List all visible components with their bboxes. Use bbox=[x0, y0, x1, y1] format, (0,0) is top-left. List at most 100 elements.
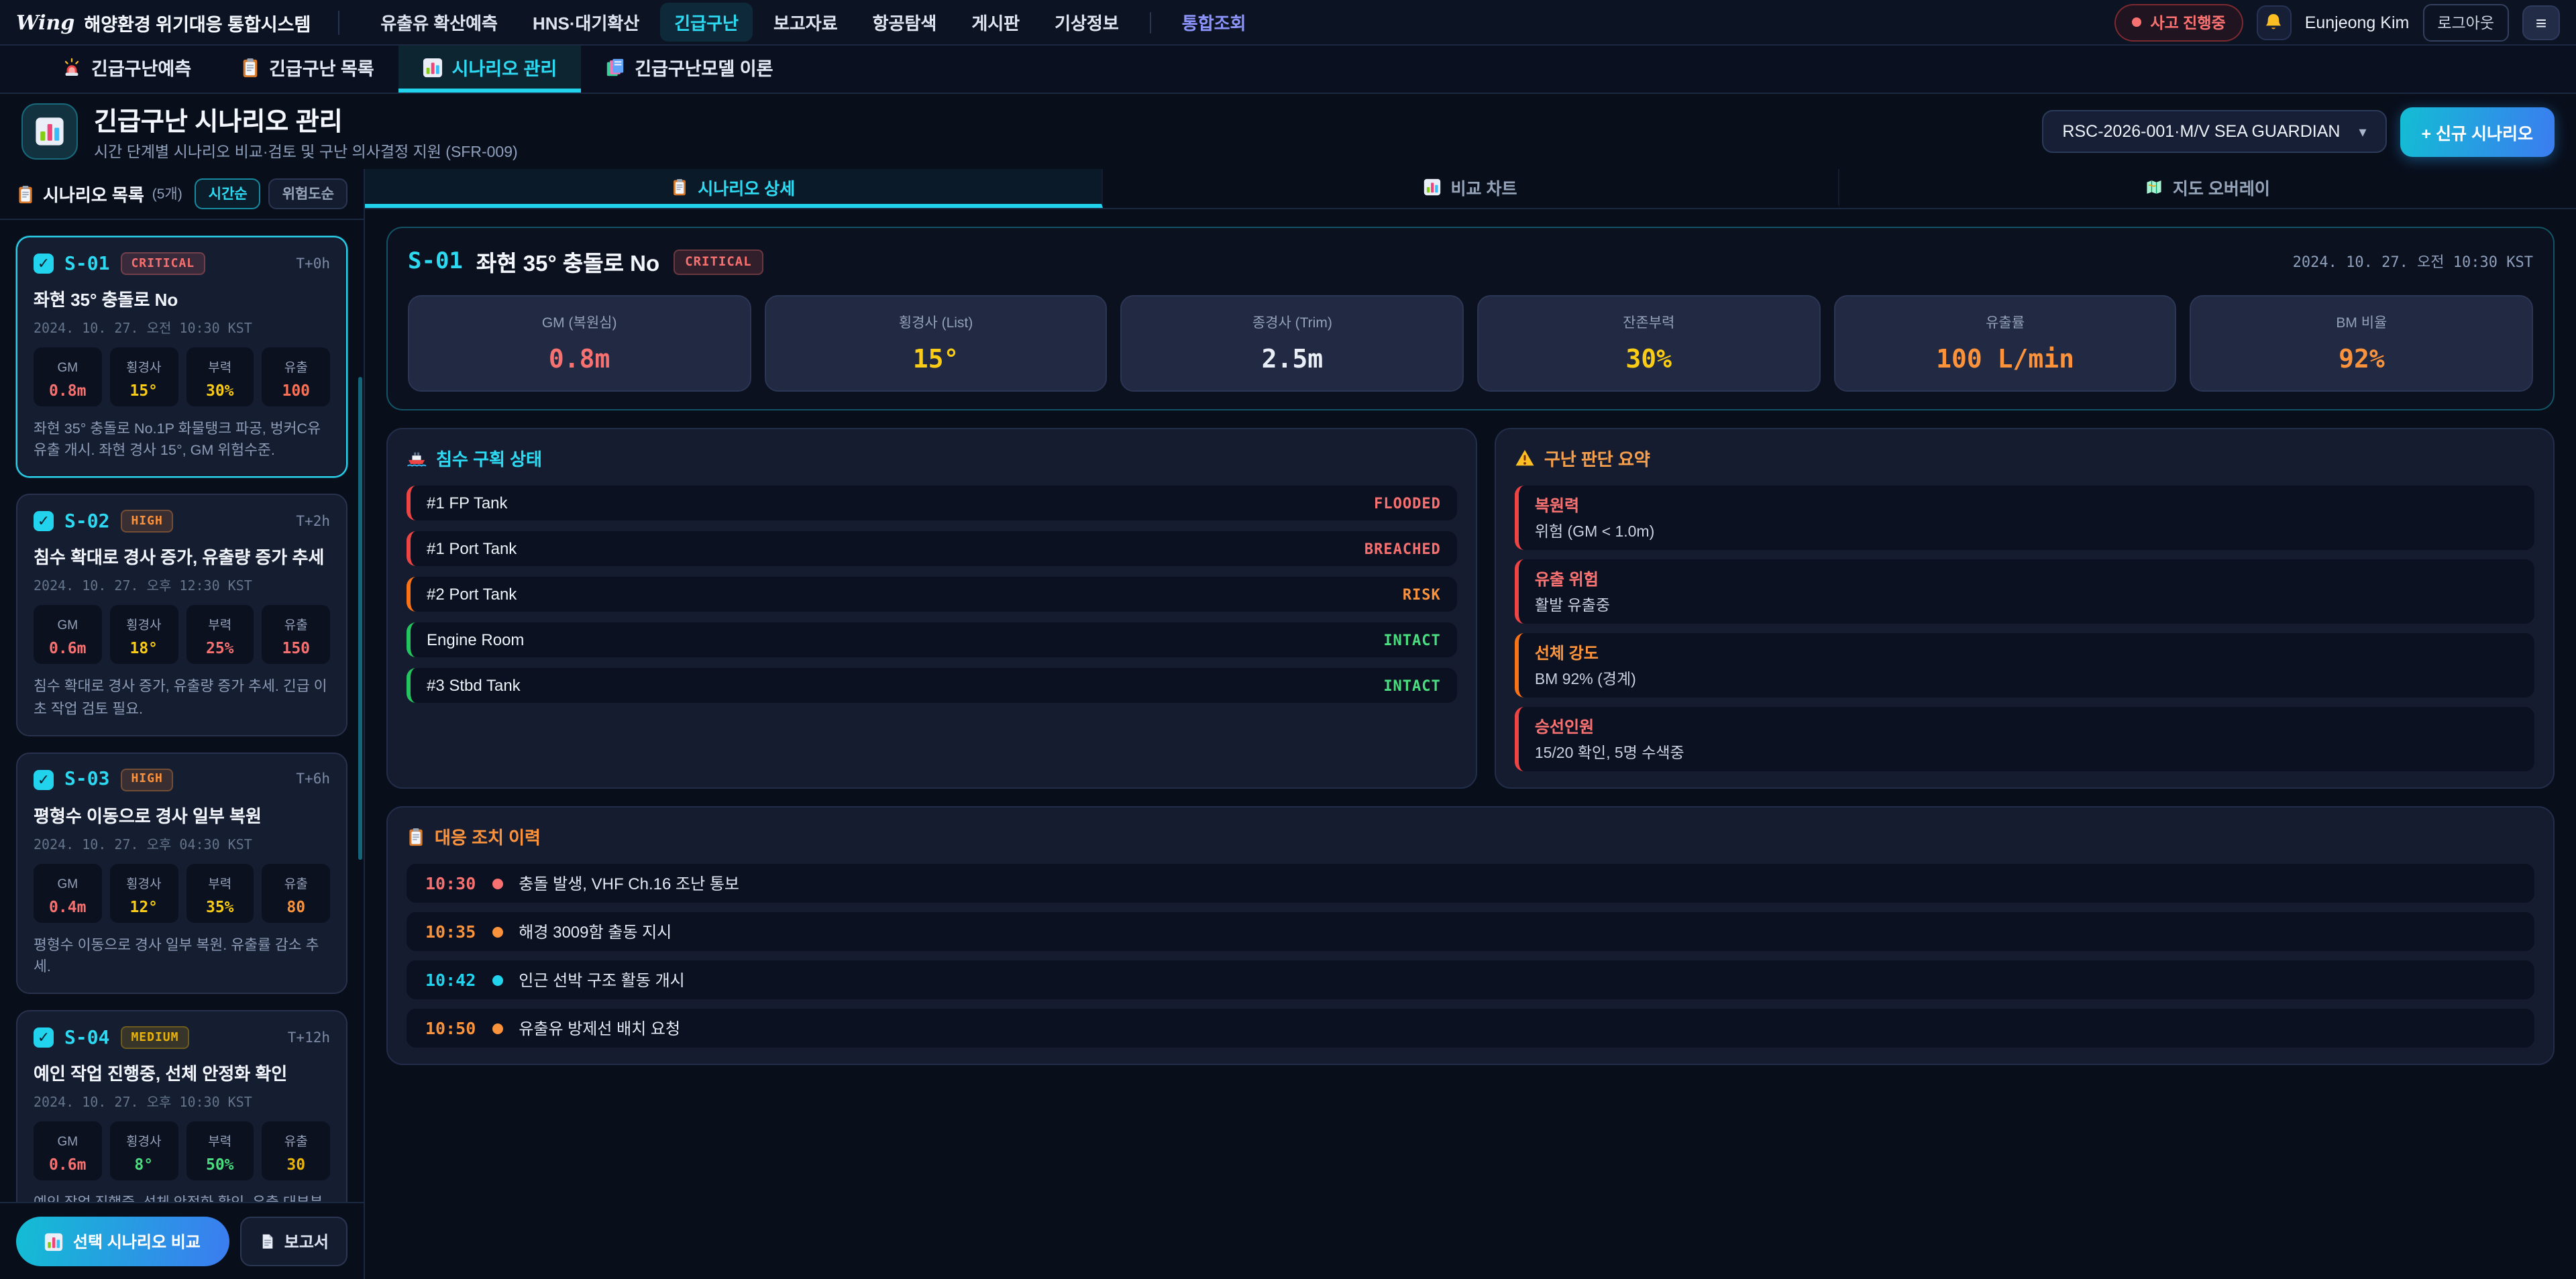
tank-row: #1 FP Tank FLOODED bbox=[407, 486, 1457, 520]
metric-list: 횡경사 (List) 15° bbox=[764, 295, 1107, 392]
bar-chart-icon bbox=[35, 117, 64, 146]
scenario-checkbox[interactable]: ✓ bbox=[34, 254, 54, 274]
nav-aerial-search[interactable]: 항공탐색 bbox=[858, 3, 952, 42]
panel-title: 대응 조치 이력 bbox=[435, 824, 541, 849]
scenario-title: 좌현 35° 충돌로 No bbox=[34, 286, 330, 311]
metric-spill-rate: 유출률 100 L/min bbox=[1833, 295, 2176, 392]
ship-icon bbox=[407, 448, 427, 468]
stat-buoyancy: 부력30% bbox=[186, 347, 254, 406]
tank-status: RISK bbox=[1403, 586, 1441, 603]
scenario-checkbox[interactable]: ✓ bbox=[34, 770, 54, 790]
stat-buoyancy: 부력25% bbox=[186, 606, 254, 665]
event-dot-icon bbox=[492, 975, 502, 985]
time-offset: T+2h bbox=[296, 514, 330, 530]
nav-weather-info[interactable]: 기상정보 bbox=[1040, 3, 1134, 42]
scenario-card[interactable]: ✓ S-04 MEDIUM T+12h 예인 작업 진행중, 선체 안정화 확인… bbox=[16, 1010, 347, 1202]
stat-spill: 유출80 bbox=[262, 864, 331, 923]
compare-scenarios-button[interactable]: 선택 시나리오 비교 bbox=[16, 1217, 229, 1266]
scenario-card[interactable]: ✓ S-03 HIGH T+6h 평형수 이동으로 경사 일부 복원 2024.… bbox=[16, 753, 347, 995]
scenario-card[interactable]: ✓ S-01 CRITICAL T+0h 좌현 35° 충돌로 No 2024.… bbox=[16, 236, 347, 478]
assessment-item: 복원력 위험 (GM < 1.0m) bbox=[1515, 486, 2534, 550]
logout-button[interactable]: 로그아웃 bbox=[2422, 3, 2509, 41]
topbar: Wing 해양환경 위기대응 통합시스템 유출유 확산예측 HNS·대기확산 긴… bbox=[0, 0, 2576, 46]
nav-board[interactable]: 게시판 bbox=[957, 3, 1034, 42]
bar-chart-icon bbox=[45, 1232, 64, 1251]
nav-hns-air-diffusion[interactable]: HNS·대기확산 bbox=[518, 3, 654, 42]
scenario-datetime: 2024. 10. 27. 오후 04:30 KST bbox=[34, 833, 330, 853]
timeline-event: 10:50 유출유 방제선 배치 요청 bbox=[407, 1009, 2534, 1048]
severity-badge: HIGH bbox=[120, 769, 173, 791]
stat-list: 횡경사15° bbox=[110, 347, 178, 406]
sidebar-scrollbar[interactable] bbox=[358, 377, 362, 860]
nav-reports[interactable]: 보고자료 bbox=[759, 3, 853, 42]
stat-spill: 유출150 bbox=[262, 606, 331, 665]
scenario-title: 예인 작업 진행중, 선체 안정화 확인 bbox=[34, 1060, 330, 1085]
nav-integrated-search[interactable]: 통합조회 bbox=[1167, 3, 1261, 42]
tab-scenario-management[interactable]: 시나리오 관리 bbox=[398, 46, 582, 93]
scenario-description: 예인 작업 진행중, 선체 안정화 확인. 유출 대부분 차단. bbox=[34, 1192, 330, 1202]
hamburger-menu-button[interactable]: ≡ bbox=[2522, 5, 2560, 40]
sort-by-time-button[interactable]: 시간순 bbox=[195, 178, 261, 209]
timeline-event: 10:35 해경 3009함 출동 지시 bbox=[407, 912, 2534, 951]
flooding-compartments-panel: 침수 구획 상태 #1 FP Tank FLOODED #1 Port Tank… bbox=[386, 428, 1477, 789]
time-offset: T+0h bbox=[296, 256, 330, 272]
bell-icon bbox=[2264, 12, 2284, 32]
tab-map-overlay[interactable]: 지도 오버레이 bbox=[1840, 169, 2576, 208]
clipboard-icon bbox=[407, 827, 425, 846]
scenario-checkbox[interactable]: ✓ bbox=[34, 1027, 54, 1048]
severity-badge: MEDIUM bbox=[120, 1026, 189, 1049]
page-icon bbox=[21, 103, 78, 160]
tab-rescue-prediction[interactable]: 긴급구난예측 bbox=[38, 46, 215, 93]
time-offset: T+12h bbox=[288, 1030, 330, 1046]
page-subtitle: 시간 단계별 시나리오 비교·검토 및 구난 의사결정 지원 (SFR-009) bbox=[94, 140, 518, 162]
report-button[interactable]: 보고서 bbox=[240, 1217, 347, 1266]
app-logo: Wing bbox=[16, 10, 74, 34]
tab-comparison-chart[interactable]: 비교 차트 bbox=[1102, 169, 1839, 208]
new-scenario-button[interactable]: + 신규 시나리오 bbox=[2400, 107, 2555, 156]
stat-buoyancy: 부력50% bbox=[186, 1121, 254, 1180]
status-dot-icon bbox=[2131, 17, 2141, 27]
bar-chart-icon bbox=[1424, 178, 1442, 195]
divider bbox=[1150, 11, 1151, 33]
nav-emergency-rescue[interactable]: 긴급구난 bbox=[659, 3, 753, 42]
main-nav: 유출유 확산예측 HNS·대기확산 긴급구난 보고자료 항공탐색 게시판 기상정… bbox=[366, 3, 1260, 42]
assessment-item: 선체 강도 BM 92% (경계) bbox=[1515, 633, 2534, 698]
tank-status: INTACT bbox=[1383, 631, 1441, 649]
panel-title: 구난 판단 요약 bbox=[1544, 445, 1650, 471]
app-title: 해양환경 위기대응 통합시스템 bbox=[84, 9, 311, 36]
sort-by-risk-button[interactable]: 위험도순 bbox=[269, 178, 347, 209]
scenario-card[interactable]: ✓ S-02 HIGH T+2h 침수 확대로 경사 증가, 유출량 증가 추세… bbox=[16, 494, 347, 736]
notifications-button[interactable] bbox=[2257, 5, 2292, 40]
detail-scenario-id: S-01 bbox=[408, 248, 463, 275]
scenario-description: 평형수 이동으로 경사 일부 복원. 유출률 감소 추세. bbox=[34, 935, 330, 979]
metric-gm: GM (복원심) 0.8m bbox=[408, 295, 751, 392]
metric-buoyancy: 잔존부력 30% bbox=[1477, 295, 1820, 392]
incident-select[interactable]: RSC-2026-001·M/V SEA GUARDIAN ▾ bbox=[2042, 110, 2386, 153]
document-icon bbox=[259, 1233, 276, 1250]
page-title: 긴급구난 시나리오 관리 bbox=[94, 101, 518, 137]
scenario-description: 침수 확대로 경사 증가, 유출량 증가 추세. 긴급 이초 작업 검토 필요. bbox=[34, 677, 330, 720]
tank-row: #2 Port Tank RISK bbox=[407, 577, 1457, 612]
siren-icon bbox=[62, 57, 82, 77]
timeline-event: 10:30 충돌 발생, VHF Ch.16 조난 통보 bbox=[407, 864, 2534, 903]
incident-status-badge: 사고 진행중 bbox=[2114, 3, 2243, 41]
tab-rescue-model-theory[interactable]: 긴급구난모델 이론 bbox=[581, 46, 797, 93]
chevron-down-icon: ▾ bbox=[2359, 123, 2366, 140]
scenario-count: (5개) bbox=[152, 184, 182, 204]
nav-oil-spill-prediction[interactable]: 유출유 확산예측 bbox=[366, 3, 513, 42]
scenario-title: 침수 확대로 경사 증가, 유출량 증가 추세 bbox=[34, 544, 330, 569]
scenario-datetime: 2024. 10. 27. 오전 10:30 KST bbox=[34, 317, 330, 337]
map-icon bbox=[2146, 178, 2163, 195]
tab-rescue-list[interactable]: 긴급구난 목록 bbox=[215, 46, 398, 93]
tab-scenario-detail[interactable]: 시나리오 상세 bbox=[365, 169, 1102, 208]
stat-gm: GM0.8m bbox=[34, 347, 102, 406]
timeline-event: 10:42 인근 선박 구조 활동 개시 bbox=[407, 960, 2534, 999]
stat-list: 횡경사18° bbox=[110, 606, 178, 665]
scenario-checkbox[interactable]: ✓ bbox=[34, 512, 54, 532]
scenario-datetime: 2024. 10. 27. 오후 10:30 KST bbox=[34, 1091, 330, 1111]
detail-tabs: 시나리오 상세 비교 차트 지도 오버레이 bbox=[365, 169, 2576, 209]
stat-gm: GM0.6m bbox=[34, 606, 102, 665]
assessment-item: 승선인원 15/20 확인, 5명 수색중 bbox=[1515, 707, 2534, 771]
tank-status: INTACT bbox=[1383, 677, 1441, 694]
rescue-assessment-panel: 구난 판단 요약 복원력 위험 (GM < 1.0m) 유출 위험 활발 유출중 bbox=[1495, 428, 2555, 789]
